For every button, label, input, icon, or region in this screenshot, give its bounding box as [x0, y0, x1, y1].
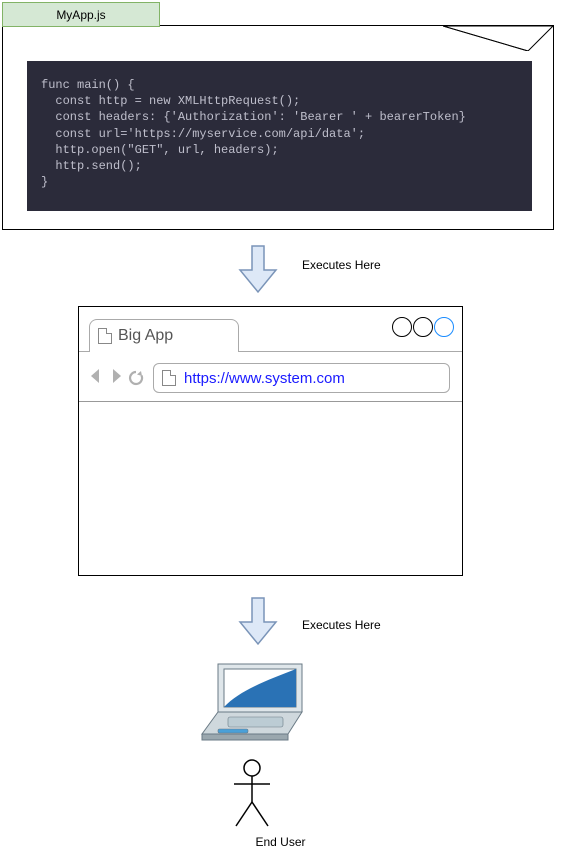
nav-row: https://www.system.com [87, 363, 450, 393]
page-curl-icon [443, 26, 553, 51]
address-bar[interactable]: https://www.system.com [153, 363, 450, 393]
browser-tab[interactable]: Big App [89, 319, 239, 351]
window-control-max-icon[interactable] [413, 317, 433, 337]
page-icon [98, 328, 112, 344]
person-icon [228, 758, 276, 830]
arrow-down-icon [238, 596, 278, 646]
window-control-min-icon[interactable] [392, 317, 412, 337]
file-tab-label: MyApp.js [56, 8, 105, 22]
page-icon [162, 370, 176, 386]
window-controls [392, 317, 454, 337]
code-file-panel: func main() { const http = new XMLHttpRe… [2, 25, 554, 230]
file-tab: MyApp.js [2, 2, 160, 27]
end-user-label: End User [0, 835, 561, 849]
code-block: func main() { const http = new XMLHttpRe… [27, 61, 532, 211]
window-control-close-icon[interactable] [434, 317, 454, 337]
forward-icon[interactable] [107, 367, 125, 390]
browser-window: Big App https://www.system.com [78, 306, 463, 576]
arrow-2-label: Executes Here [302, 618, 381, 632]
back-icon[interactable] [87, 367, 105, 390]
address-bar-url: https://www.system.com [184, 370, 345, 387]
browser-tab-title: Big App [118, 327, 173, 345]
arrow-down-icon [238, 244, 278, 294]
arrow-1-label: Executes Here [302, 258, 381, 272]
reload-icon[interactable] [127, 369, 145, 387]
browser-chrome: Big App https://www.system.com [79, 307, 462, 402]
laptop-icon [188, 660, 316, 746]
